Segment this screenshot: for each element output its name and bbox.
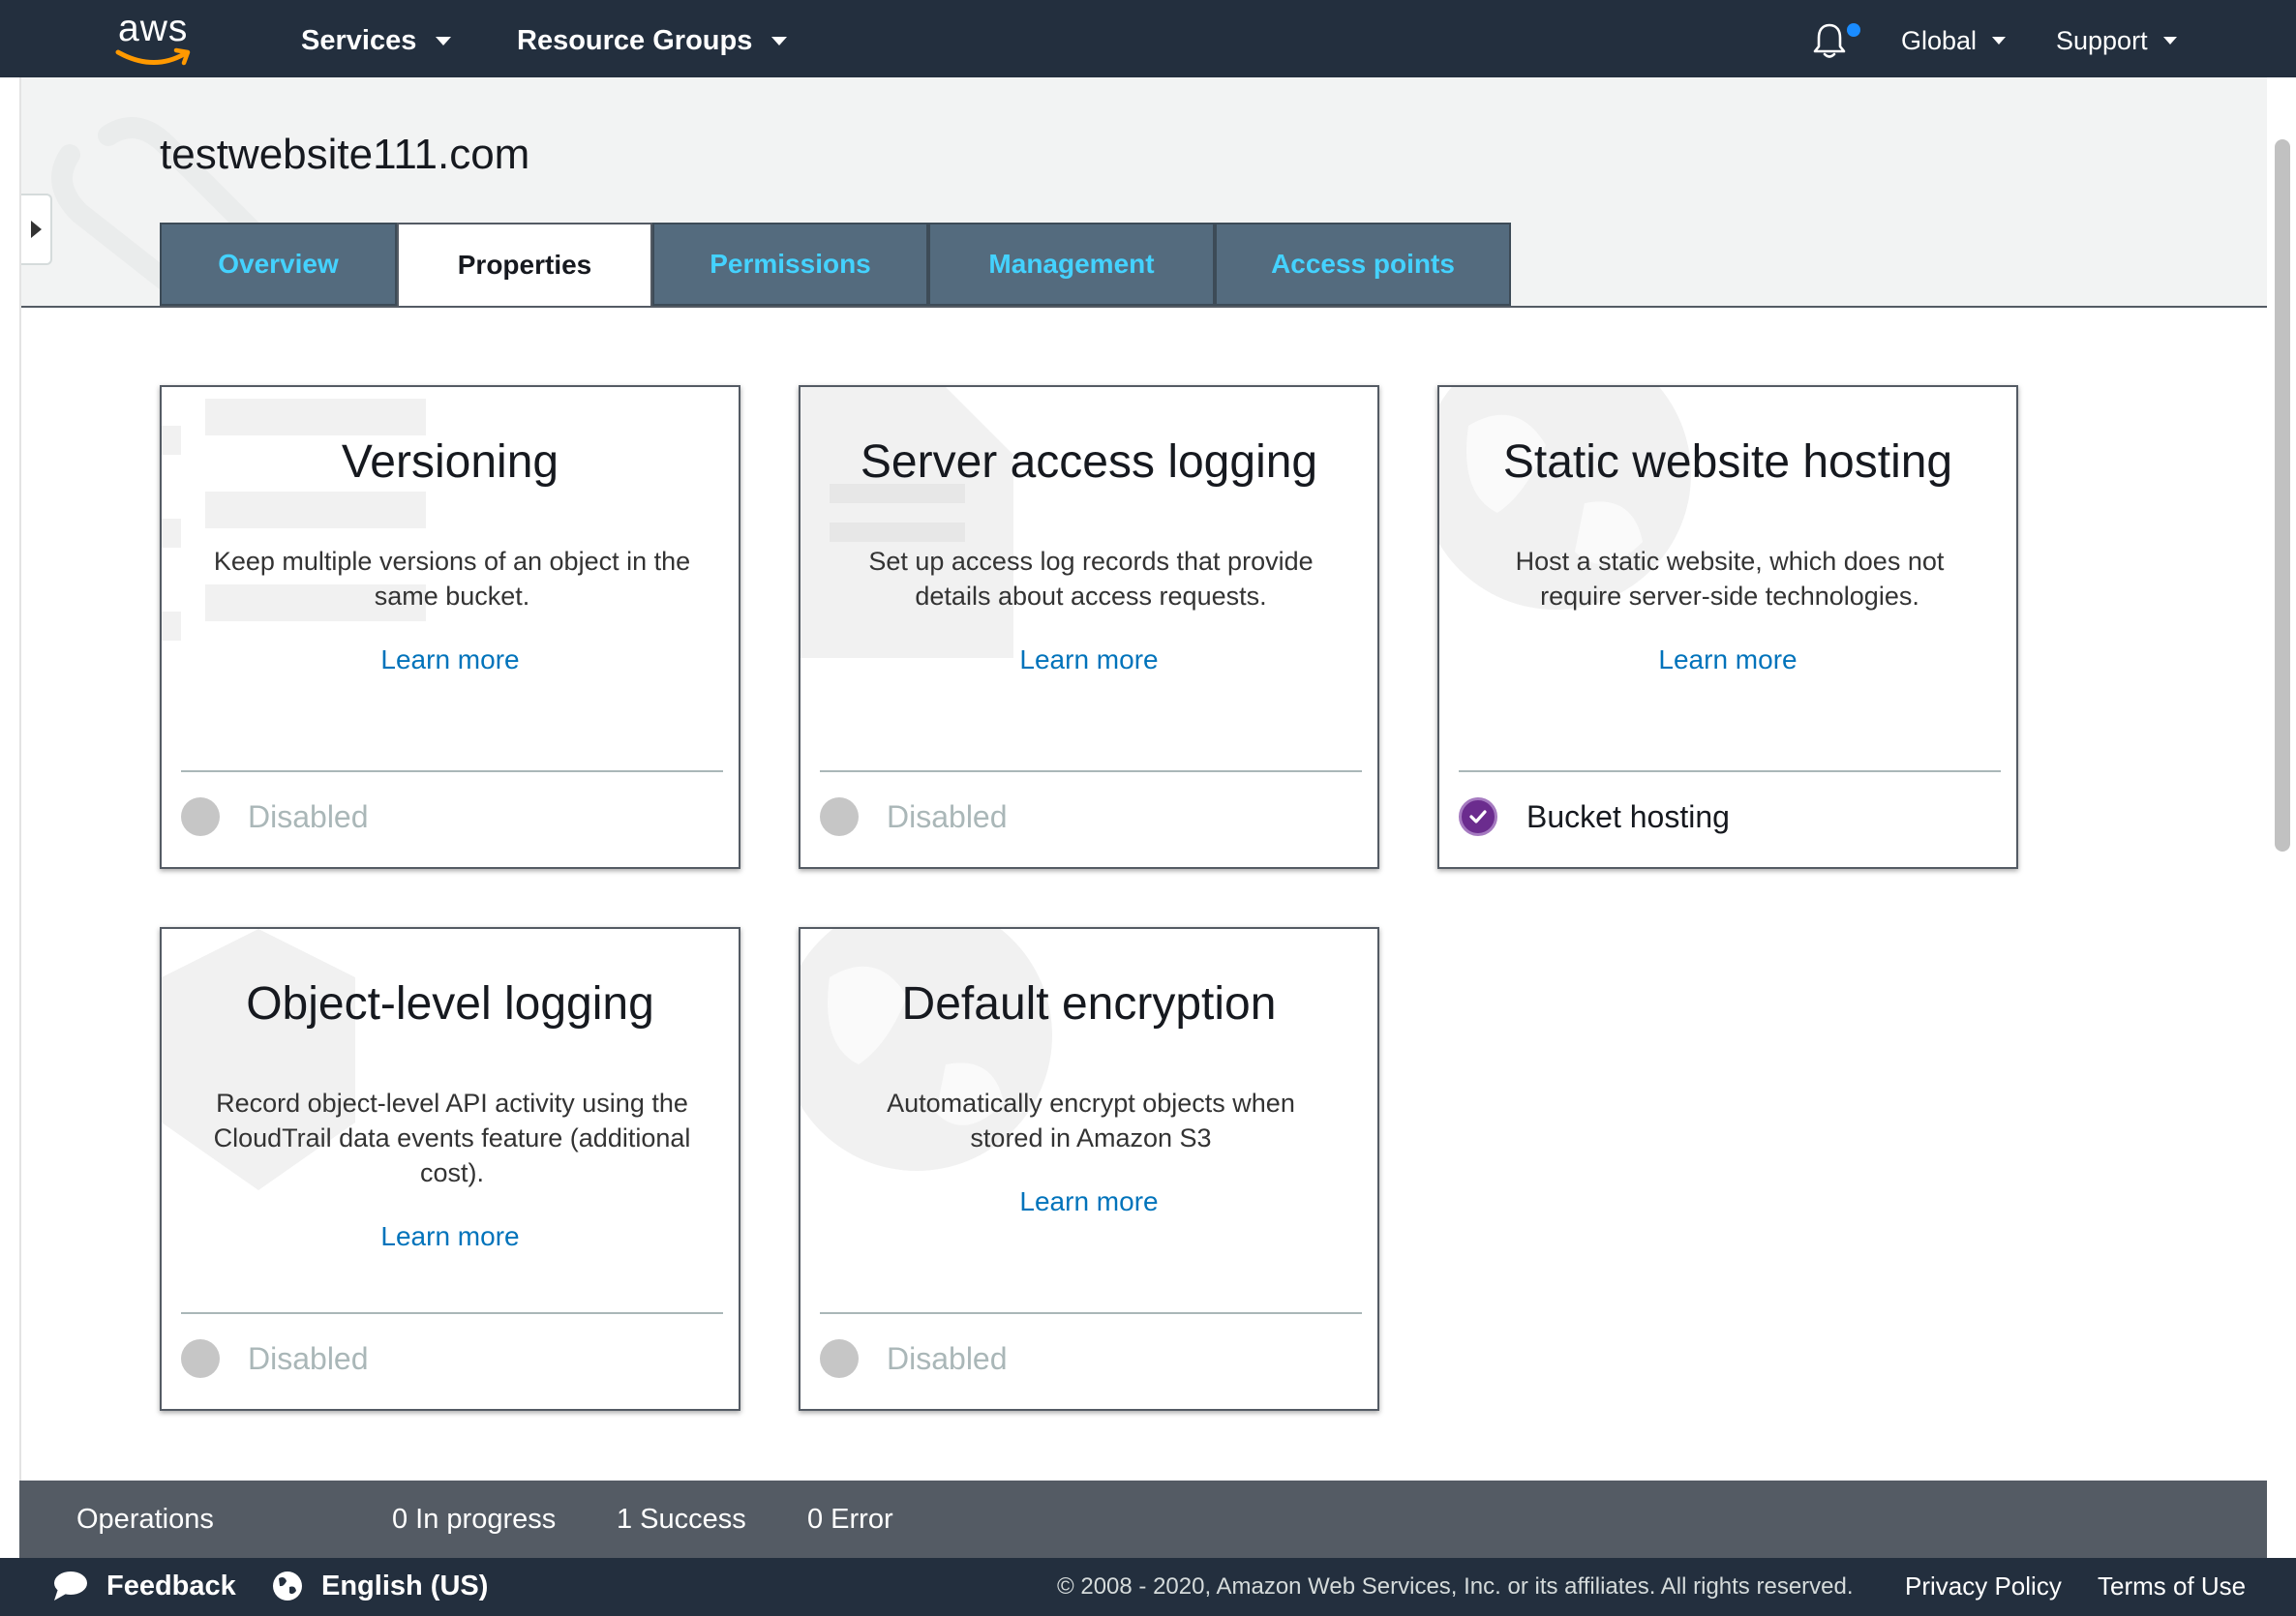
checkmark-icon <box>1459 797 1497 836</box>
bucket-header: testwebsite111.com Overview Properties P… <box>21 77 2269 308</box>
privacy-policy-link[interactable]: Privacy Policy <box>1905 1571 2062 1601</box>
status-label: Disabled <box>248 798 369 834</box>
card-title: Static website hosting <box>1502 436 1953 488</box>
notifications-bell-icon[interactable] <box>1812 21 1851 60</box>
page-title: testwebsite111.com <box>160 131 530 178</box>
region-menu[interactable]: Global <box>1901 21 2007 60</box>
learn-more-link[interactable]: Learn more <box>1019 644 1158 674</box>
operations-bar[interactable]: Operations 0 In progress 1 Success 0 Err… <box>19 1481 2267 1558</box>
region-label: Global <box>1901 25 1978 55</box>
default-encryption-card[interactable]: Default encryption Automatically encrypt… <box>799 927 1379 1411</box>
status-label: Bucket hosting <box>1526 798 1730 834</box>
aws-logo-text: aws <box>118 8 189 49</box>
feedback-label: Feedback <box>106 1570 236 1601</box>
operations-success: 1 Success <box>617 1504 746 1535</box>
aws-smile-icon <box>115 47 191 66</box>
main-content: testwebsite111.com Overview Properties P… <box>19 77 2269 1481</box>
status-disabled-icon <box>181 797 220 836</box>
server-access-logging-card[interactable]: Server access logging Set up access log … <box>799 385 1379 869</box>
chevron-down-icon <box>771 36 788 45</box>
aws-logo[interactable]: aws <box>114 8 201 66</box>
card-description: Record object-level API activity using t… <box>213 1089 691 1187</box>
card-title: Server access logging <box>860 436 1318 488</box>
resource-groups-label: Resource Groups <box>517 24 753 56</box>
terms-of-use-link[interactable]: Terms of Use <box>2098 1571 2246 1601</box>
card-description: Automatically encrypt objects when store… <box>887 1089 1295 1152</box>
learn-more-link[interactable]: Learn more <box>380 1221 519 1251</box>
card-title: Versioning <box>341 436 559 488</box>
card-status: Disabled <box>181 797 369 836</box>
card-status: Bucket hosting <box>1459 797 1730 836</box>
card-divider <box>181 770 723 772</box>
status-label: Disabled <box>248 1340 369 1376</box>
feedback-button[interactable]: Feedback <box>52 1570 236 1602</box>
learn-more-link[interactable]: Learn more <box>1019 1186 1158 1216</box>
operations-error: 0 Error <box>807 1504 893 1535</box>
copyright-text: © 2008 - 2020, Amazon Web Services, Inc.… <box>1057 1573 1854 1600</box>
globe-icon <box>273 1571 302 1601</box>
status-disabled-icon <box>181 1339 220 1378</box>
operations-label: Operations <box>76 1504 214 1535</box>
card-status: Disabled <box>181 1339 369 1378</box>
chevron-down-icon <box>2162 37 2177 45</box>
card-divider <box>820 770 1362 772</box>
tab-overview[interactable]: Overview <box>160 223 397 306</box>
card-description: Set up access log records that provide d… <box>868 547 1314 611</box>
speech-bubble-icon <box>54 1571 87 1601</box>
card-divider <box>820 1312 1362 1314</box>
sidebar-toggle-button[interactable] <box>21 194 52 265</box>
object-level-logging-card[interactable]: Object-level logging Record object-level… <box>160 927 740 1411</box>
card-title: Default encryption <box>901 978 1277 1030</box>
status-disabled-icon <box>820 1339 859 1378</box>
operations-in-progress: 0 In progress <box>392 1504 557 1535</box>
card-title: Object-level logging <box>246 978 654 1030</box>
card-description: Keep multiple versions of an object in t… <box>213 547 691 611</box>
versioning-card[interactable]: Versioning Keep multiple versions of an … <box>160 385 740 869</box>
static-website-hosting-card[interactable]: Static website hosting Host a static web… <box>1437 385 2018 869</box>
tab-management[interactable]: Management <box>928 223 1215 306</box>
status-label: Disabled <box>887 798 1008 834</box>
services-menu[interactable]: Services <box>301 21 452 60</box>
services-label: Services <box>301 24 417 56</box>
console-footer: Feedback English (US) © 2008 - 2020, Ama… <box>0 1558 2296 1616</box>
resource-groups-menu[interactable]: Resource Groups <box>517 21 788 60</box>
top-navigation-bar: aws Services Resource Groups Global Supp… <box>0 0 2296 77</box>
card-status: Disabled <box>820 797 1008 836</box>
language-label: English (US) <box>321 1570 489 1601</box>
support-menu[interactable]: Support <box>2056 21 2177 60</box>
status-disabled-icon <box>820 797 859 836</box>
learn-more-link[interactable]: Learn more <box>1658 644 1797 674</box>
notification-dot <box>1847 23 1860 37</box>
tab-properties[interactable]: Properties <box>397 223 652 306</box>
card-description: Host a static website, which does not re… <box>1515 547 1945 611</box>
status-label: Disabled <box>887 1340 1008 1376</box>
language-selector[interactable]: English (US) <box>271 1570 488 1602</box>
card-divider <box>1459 770 2001 772</box>
caret-right-icon <box>30 221 42 238</box>
tab-permissions[interactable]: Permissions <box>652 223 928 306</box>
card-status: Disabled <box>820 1339 1008 1378</box>
chevron-down-icon <box>1992 37 2007 45</box>
chevron-down-icon <box>436 36 452 45</box>
learn-more-link[interactable]: Learn more <box>380 644 519 674</box>
scrollbar-thumb[interactable] <box>2275 139 2290 852</box>
tab-access-points[interactable]: Access points <box>1215 223 1511 306</box>
support-label: Support <box>2056 25 2148 55</box>
card-divider <box>181 1312 723 1314</box>
